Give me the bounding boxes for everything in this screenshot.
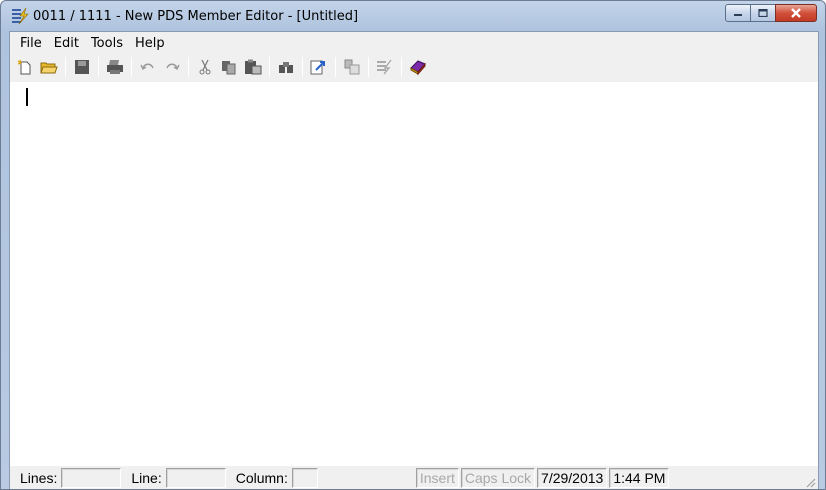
help-book-button[interactable]: [407, 56, 429, 78]
menu-file[interactable]: File: [14, 36, 48, 51]
paste-icon: [245, 59, 262, 75]
lines-value: [61, 468, 122, 488]
toolbar-separator: [302, 57, 303, 77]
minimize-icon: [734, 14, 742, 16]
time-display: 1:44 PM: [609, 468, 670, 488]
menu-bar: File Edit Tools Help: [10, 32, 818, 54]
editor-window: 0011 / 1111 - New PDS Member Editor - [U…: [0, 0, 826, 490]
text-caret: [26, 88, 28, 106]
editor-icon: [377, 59, 392, 75]
close-button[interactable]: [775, 4, 817, 22]
undo-icon: [140, 63, 154, 71]
find-button[interactable]: [275, 56, 297, 78]
caps-lock-indicator: Caps Lock: [460, 468, 536, 488]
new-icon: [17, 59, 31, 75]
paste-button[interactable]: [242, 56, 264, 78]
caption-buttons: [725, 4, 817, 22]
date-display: 7/29/2013: [537, 468, 608, 488]
insert-indicator: Insert: [415, 468, 459, 488]
toolbar-separator: [188, 57, 189, 77]
save-icon: [75, 60, 89, 74]
redo-button[interactable]: [161, 56, 183, 78]
toolbar: [10, 54, 818, 80]
status-bar: Lines: Line: Column: Insert Caps Lock 7/…: [10, 466, 818, 489]
resize-grip-icon[interactable]: [804, 476, 816, 488]
toolbar-separator: [98, 57, 99, 77]
line-value: [165, 468, 226, 488]
new-button[interactable]: [14, 56, 36, 78]
maximize-icon: [758, 9, 768, 17]
lines-label: Lines:: [20, 470, 58, 486]
open-folder-icon: [40, 62, 58, 74]
save-button[interactable]: [71, 56, 93, 78]
print-button[interactable]: [104, 56, 126, 78]
copy-button[interactable]: [218, 56, 240, 78]
text-editor-area[interactable]: [10, 82, 818, 468]
title-bar[interactable]: 0011 / 1111 - New PDS Member Editor - [U…: [1, 1, 825, 31]
copy-icon: [222, 61, 236, 75]
column-label: Column:: [235, 470, 288, 486]
menu-edit[interactable]: Edit: [48, 36, 85, 51]
export-button[interactable]: [308, 56, 330, 78]
submit-button[interactable]: [341, 56, 363, 78]
toolbar-separator: [131, 57, 132, 77]
toolbar-separator: [335, 57, 336, 77]
minimize-button[interactable]: [725, 4, 751, 22]
toolbar-separator: [368, 57, 369, 77]
toolbar-separator: [401, 57, 402, 77]
open-button[interactable]: [38, 56, 60, 78]
cut-button[interactable]: [194, 56, 216, 78]
close-icon: [791, 8, 801, 18]
client-area: File Edit Tools Help Lines: Line: Column…: [9, 31, 819, 489]
undo-button[interactable]: [137, 56, 159, 78]
maximize-button[interactable]: [750, 4, 776, 22]
find-icon: [279, 62, 293, 73]
menu-tools[interactable]: Tools: [85, 36, 129, 51]
submit-icon: [344, 59, 360, 75]
print-icon: [107, 60, 123, 74]
toolbar-separator: [269, 57, 270, 77]
menu-help[interactable]: Help: [129, 36, 171, 51]
export-icon: [310, 60, 325, 75]
cut-icon: [199, 59, 211, 75]
column-value: [291, 468, 318, 488]
window-title: 0011 / 1111 - New PDS Member Editor - [U…: [33, 9, 359, 24]
toolbar-separator: [65, 57, 66, 77]
redo-icon: [166, 63, 180, 71]
editor-button[interactable]: [374, 56, 396, 78]
line-label: Line:: [131, 470, 162, 486]
pds-editor-icon: [12, 7, 29, 25]
book-icon: [410, 60, 426, 76]
